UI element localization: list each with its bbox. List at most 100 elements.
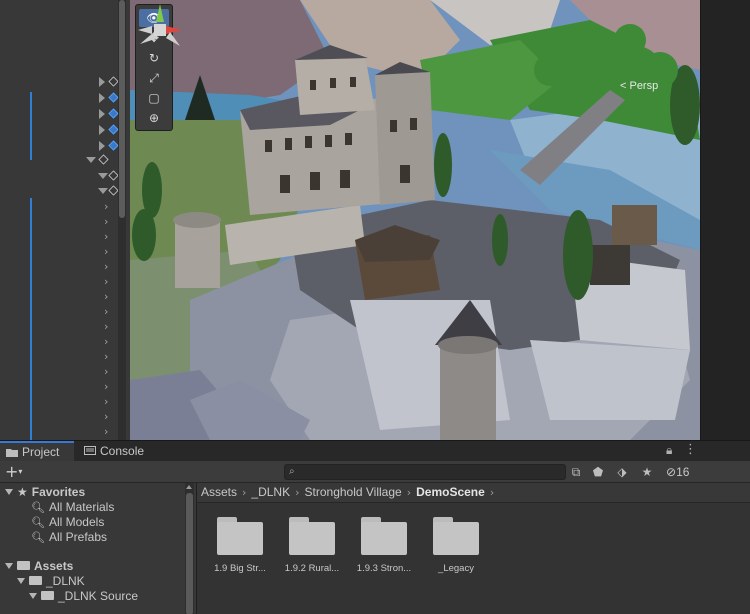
breadcrumb-item[interactable]: Stronghold Village (305, 485, 402, 499)
chevron-right-icon[interactable]: › (104, 290, 108, 303)
hierarchy-row[interactable]: › (0, 408, 130, 424)
asset-label: 1.9 Big Str... (214, 563, 266, 574)
chevron-right-icon[interactable]: › (104, 320, 108, 333)
hierarchy-row[interactable]: › (0, 228, 130, 244)
scrollbar-thumb[interactable] (119, 0, 125, 218)
scale-tool-icon[interactable]: ⤢ (139, 69, 169, 87)
hierarchy-row[interactable] (0, 183, 130, 199)
hierarchy-row[interactable] (0, 152, 130, 168)
expand-arrow-icon[interactable] (99, 77, 105, 87)
favorite-item[interactable]: 🔍︎ All Materials (31, 500, 114, 515)
hierarchy-row[interactable]: › (0, 378, 130, 394)
hierarchy-row[interactable]: › (0, 423, 130, 439)
hierarchy-row[interactable] (0, 122, 130, 138)
collapse-arrow-icon[interactable] (17, 578, 25, 584)
breadcrumb-current[interactable]: DemoScene (416, 485, 485, 499)
scene-view[interactable]: 👁 ✥ ↻ ⤢ ▢ ⊕ < Persp (130, 0, 700, 440)
hierarchy-row[interactable] (0, 90, 130, 106)
transform-tool-icon[interactable]: ⊕ (139, 109, 169, 127)
search-field[interactable]: ⌕ (284, 464, 566, 480)
projection-label[interactable]: < Persp (620, 80, 658, 92)
filter-by-label-icon[interactable]: ⬗ (613, 464, 631, 480)
chevron-right-icon[interactable]: › (104, 410, 108, 423)
favorite-item[interactable]: 🔍︎ All Prefabs (31, 530, 107, 545)
asset-folder[interactable]: _Legacy (419, 517, 493, 574)
hidden-packages-toggle[interactable]: ⊘16 (666, 465, 689, 479)
collapse-arrow-icon[interactable] (98, 173, 108, 179)
tab-project[interactable]: Project (0, 441, 74, 461)
more-options-icon[interactable]: ⋮ (684, 442, 697, 457)
hierarchy-row[interactable]: › (0, 213, 130, 229)
collapse-arrow-icon[interactable] (98, 188, 108, 194)
expand-arrow-icon[interactable] (99, 141, 105, 151)
breadcrumb: Assets › _DLNK › Stronghold Village › DemoScen… (197, 483, 750, 503)
tree-scrollbar[interactable] (185, 483, 194, 614)
tree-folder[interactable]: _DLNK (17, 574, 85, 589)
favorite-item-label: All Prefabs (48, 530, 107, 544)
hierarchy-row[interactable]: › (0, 318, 130, 334)
expand-arrow-icon[interactable] (99, 93, 105, 103)
chevron-right-icon[interactable]: › (104, 200, 108, 213)
chevron-right-icon[interactable]: › (104, 365, 108, 378)
hierarchy-row[interactable]: › (0, 288, 130, 304)
hierarchy-row[interactable]: › (0, 198, 130, 214)
chevron-right-icon[interactable]: › (104, 305, 108, 318)
chevron-right-icon[interactable]: › (104, 245, 108, 258)
chevron-right-icon[interactable]: › (104, 275, 108, 288)
scrollbar-thumb[interactable] (186, 493, 193, 614)
hierarchy-row[interactable]: › (0, 393, 130, 409)
hierarchy-scrollbar[interactable] (118, 0, 126, 440)
expand-arrow-icon[interactable] (99, 125, 105, 135)
collapse-arrow-icon[interactable] (86, 157, 96, 163)
chevron-right-icon[interactable]: › (104, 215, 108, 228)
hierarchy-row[interactable]: › (0, 303, 130, 319)
chevron-right-icon[interactable]: › (104, 425, 108, 438)
hierarchy-row[interactable]: › (0, 348, 130, 364)
chevron-right-icon[interactable]: › (104, 350, 108, 363)
favorite-item-label: All Models (48, 515, 105, 529)
hierarchy-row[interactable] (0, 106, 130, 122)
hierarchy-panel: › › › › › › › › › › › › › › › › (0, 0, 130, 440)
asset-browser: Assets › _DLNK › Stronghold Village › DemoScen… (197, 483, 750, 614)
hierarchy-row[interactable]: › (0, 258, 130, 274)
chevron-right-icon[interactable]: › (104, 260, 108, 273)
hierarchy-row[interactable]: › (0, 333, 130, 349)
hierarchy-row[interactable] (0, 168, 130, 184)
breadcrumb-item[interactable]: Assets (201, 485, 237, 499)
tree-folder[interactable]: _DLNK Source (29, 589, 138, 604)
chevron-right-icon[interactable]: › (104, 395, 108, 408)
rect-tool-icon[interactable]: ▢ (139, 89, 169, 107)
tab-console[interactable]: Console (78, 441, 158, 461)
orientation-gizmo-icon[interactable] (130, 0, 190, 60)
favorites-header[interactable]: ★ Favorites (5, 485, 85, 500)
create-button[interactable]: +▾ (5, 462, 22, 481)
hidden-count: 16 (676, 465, 690, 479)
asset-folder[interactable]: 1.9.2 Rural... (275, 517, 349, 574)
breadcrumb-item[interactable]: _DLNK (251, 485, 290, 499)
asset-folder[interactable]: 1.9.3 Stron... (347, 517, 421, 574)
hierarchy-row[interactable]: › (0, 273, 130, 289)
search-input[interactable] (301, 465, 561, 479)
chevron-right-icon[interactable]: › (104, 335, 108, 348)
project-panel: Project Console 🔒︎ ⋮ +▾ ⌕ ⧉ ⬟ ⬗ ★ ⊘16 ★ F… (0, 440, 750, 614)
asset-folder[interactable]: 1.9 Big Str... (203, 517, 277, 574)
hierarchy-row[interactable] (0, 74, 130, 90)
collapse-arrow-icon[interactable] (5, 563, 13, 569)
chevron-right-icon: › (406, 486, 412, 499)
hierarchy-row[interactable]: › (0, 363, 130, 379)
search-by-type-icon[interactable]: ⧉ (567, 464, 585, 480)
collapse-arrow-icon[interactable] (5, 489, 13, 495)
favorite-item[interactable]: 🔍︎ All Models (31, 515, 104, 530)
favorite-star-icon[interactable]: ★ (638, 464, 656, 480)
collapse-arrow-icon[interactable] (29, 593, 37, 599)
filter-by-type-icon[interactable]: ⬟ (589, 464, 607, 480)
chevron-right-icon[interactable]: › (104, 230, 108, 243)
expand-arrow-icon[interactable] (99, 109, 105, 119)
lock-icon[interactable]: 🔒︎ (666, 443, 672, 458)
chevron-right-icon[interactable]: › (104, 380, 108, 393)
assets-root[interactable]: Assets (5, 559, 73, 574)
favorites-label: Favorites (31, 485, 86, 499)
scroll-up-icon[interactable] (186, 485, 192, 489)
hierarchy-row[interactable]: › (0, 243, 130, 259)
chevron-right-icon: › (295, 486, 300, 499)
